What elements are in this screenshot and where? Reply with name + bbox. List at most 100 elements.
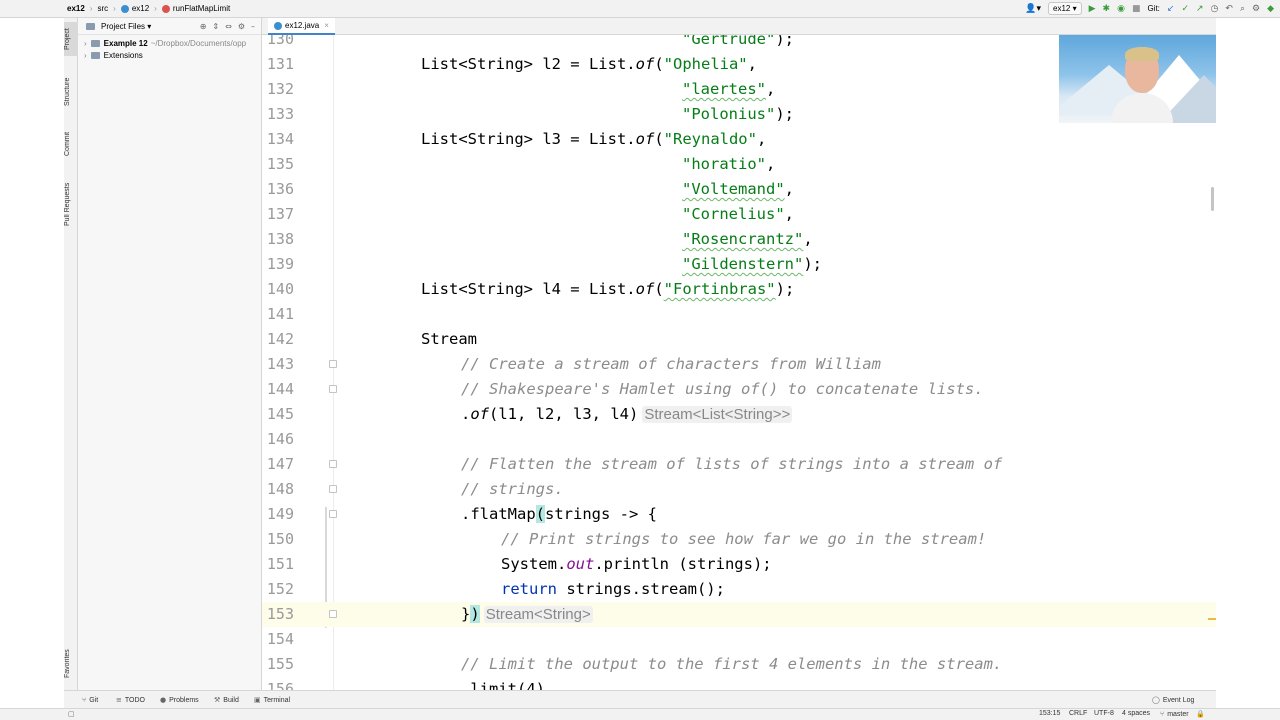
line-number: 146 [266, 430, 294, 448]
line-number: 142 [266, 330, 294, 348]
git-tool-button[interactable]: ⑂ Git [82, 691, 98, 709]
code-text: return strings.stream(); [501, 580, 725, 598]
expand-all-icon[interactable]: ⇕ [212, 22, 219, 31]
caret-position[interactable]: 153:15 [1039, 710, 1060, 717]
line-number: 143 [266, 355, 294, 373]
left-margin [0, 18, 64, 708]
fold-icon[interactable] [329, 360, 337, 368]
line-number: 136 [266, 180, 294, 198]
tree-item-extensions[interactable]: › Extensions [78, 49, 261, 61]
tree-item-label: Example 12 [103, 38, 148, 48]
line-number: 153 [266, 605, 294, 623]
breadcrumb-src[interactable]: src [94, 4, 111, 13]
toolbar: 👤▾ ex12 ▾ ▶ ✱ ◉ ■ Git: ↙ ✓ ↗ ◷ ↶ ⌕ ⚙ ◆ [1025, 2, 1274, 15]
breadcrumb-project[interactable]: ex12 [64, 4, 88, 13]
breadcrumb-class[interactable]: ex12 [118, 4, 152, 13]
code-text: List<String> l3 = List.of("Reynaldo", [421, 130, 767, 148]
build-tool-button[interactable]: ⚒ Build [214, 691, 239, 709]
settings-icon[interactable]: ⚙ [1252, 3, 1260, 15]
layout-icon[interactable]: ▢ [68, 710, 75, 718]
locate-icon[interactable]: ⊕ [200, 22, 207, 31]
run-configuration-select[interactable]: ex12 ▾ [1048, 2, 1082, 15]
hide-icon[interactable]: – [251, 22, 255, 31]
code-text: Stream [421, 330, 477, 348]
git-push-icon[interactable]: ↗ [1196, 3, 1204, 15]
tree-item-label: Extensions [103, 50, 143, 60]
editor-tabs: ex12.java × [262, 18, 1216, 35]
user-icon[interactable]: 👤▾ [1025, 3, 1041, 15]
line-number: 133 [266, 105, 294, 123]
code-line: 134 List<String> l3 = List.of("Reynaldo", [262, 127, 1216, 152]
coverage-icon[interactable]: ◉ [1117, 3, 1125, 15]
code-line: 150 // Print strings to see how far we go… [262, 527, 1216, 552]
collapse-all-icon[interactable]: ⇔ [225, 22, 232, 31]
search-icon[interactable]: ⌕ [1240, 3, 1245, 15]
tab-pull-requests[interactable]: Pull Requests [64, 174, 78, 234]
type-hint: Stream<List<String>> [642, 406, 793, 423]
rollback-icon[interactable]: ↶ [1225, 3, 1233, 15]
scrollbar-thumb[interactable] [1211, 187, 1214, 211]
code-line: 137 "Cornelius", [262, 202, 1216, 227]
tab-structure[interactable]: Structure [64, 70, 78, 114]
chevron-right-icon: › [84, 38, 87, 48]
fold-icon[interactable] [329, 610, 337, 618]
code-editor[interactable]: 130 "Gertrude"); 131 List<String> l2 = Lis… [262, 35, 1216, 690]
code-line: 136 "Voltemand", [262, 177, 1216, 202]
tab-commit[interactable]: Commit [64, 126, 78, 162]
fold-icon[interactable] [329, 385, 337, 393]
stop-icon[interactable]: ■ [1132, 3, 1141, 15]
method-icon [161, 4, 170, 13]
fold-icon[interactable] [329, 510, 337, 518]
breadcrumb-separator: › [113, 4, 116, 13]
type-hint: Stream<String> [483, 606, 593, 623]
problems-tool-button[interactable]: ● Problems [160, 691, 199, 709]
fold-icon[interactable] [329, 485, 337, 493]
code-text: System.out.println (strings); [501, 555, 772, 573]
tab-label: ex12.java [285, 21, 320, 30]
folder-icon [90, 39, 100, 47]
tab-favorites[interactable]: Favorites [64, 642, 78, 686]
tab-ex12-java[interactable]: ex12.java × [268, 18, 335, 35]
code-text: "Cornelius", [682, 205, 794, 223]
line-number: 147 [266, 455, 294, 473]
breadcrumb-method[interactable]: runFlatMapLimit [159, 4, 233, 13]
code-text: "Gertrude"); [682, 35, 794, 48]
git-update-icon[interactable]: ↙ [1167, 3, 1175, 15]
tool-window-strip: Project Structure Commit Pull Requests F… [64, 18, 78, 708]
gear-icon[interactable]: ⚙ [238, 22, 245, 31]
indent-setting[interactable]: 4 spaces [1122, 710, 1150, 717]
code-text: "Voltemand", [682, 180, 794, 198]
line-number: 148 [266, 480, 294, 498]
code-text: .limit(4) [461, 680, 545, 690]
code-line: 156 .limit(4) [262, 677, 1216, 690]
lock-icon[interactable]: 🔒 [1196, 710, 1205, 718]
editor-scrollbar[interactable] [1208, 35, 1216, 690]
project-panel-header: Project Files ▾ ⊕ ⇕ ⇔ ⚙ – [78, 18, 261, 35]
git-commit-icon[interactable]: ✓ [1181, 3, 1189, 15]
debug-icon[interactable]: ✱ [1103, 3, 1111, 15]
line-number: 138 [266, 230, 294, 248]
git-branch[interactable]: ⑂ master [1160, 710, 1189, 718]
line-number: 134 [266, 130, 294, 148]
file-encoding[interactable]: UTF-8 [1094, 710, 1114, 717]
tree-item-example12[interactable]: › Example 12 ~/Dropbox/Documents/opp [78, 37, 261, 49]
todo-tool-button[interactable]: ≡ TODO [116, 691, 145, 709]
warning-marker[interactable] [1208, 618, 1216, 620]
event-log-button[interactable]: ◯ Event Log [1152, 691, 1194, 709]
terminal-tool-button[interactable]: ▣ Terminal [254, 691, 290, 709]
line-number: 150 [266, 530, 294, 548]
fold-icon[interactable] [329, 460, 337, 468]
line-number: 137 [266, 205, 294, 223]
tool-window-bar: ⑂ Git ≡ TODO ● Problems ⚒ Build ▣ Terminal ◯ E… [64, 690, 1216, 708]
tab-project[interactable]: Project [64, 22, 78, 56]
code-text: List<String> l4 = List.of("Fortinbras"); [421, 280, 795, 298]
project-view-select[interactable]: Project Files ▾ [101, 22, 151, 31]
line-separator[interactable]: CRLF [1069, 710, 1087, 717]
close-icon[interactable]: × [324, 21, 329, 30]
line-number: 145 [266, 405, 294, 423]
plugin-icon[interactable]: ◆ [1267, 3, 1274, 15]
line-number: 152 [266, 580, 294, 598]
line-number: 140 [266, 280, 294, 298]
history-icon[interactable]: ◷ [1211, 3, 1219, 15]
run-icon[interactable]: ▶ [1089, 3, 1096, 15]
